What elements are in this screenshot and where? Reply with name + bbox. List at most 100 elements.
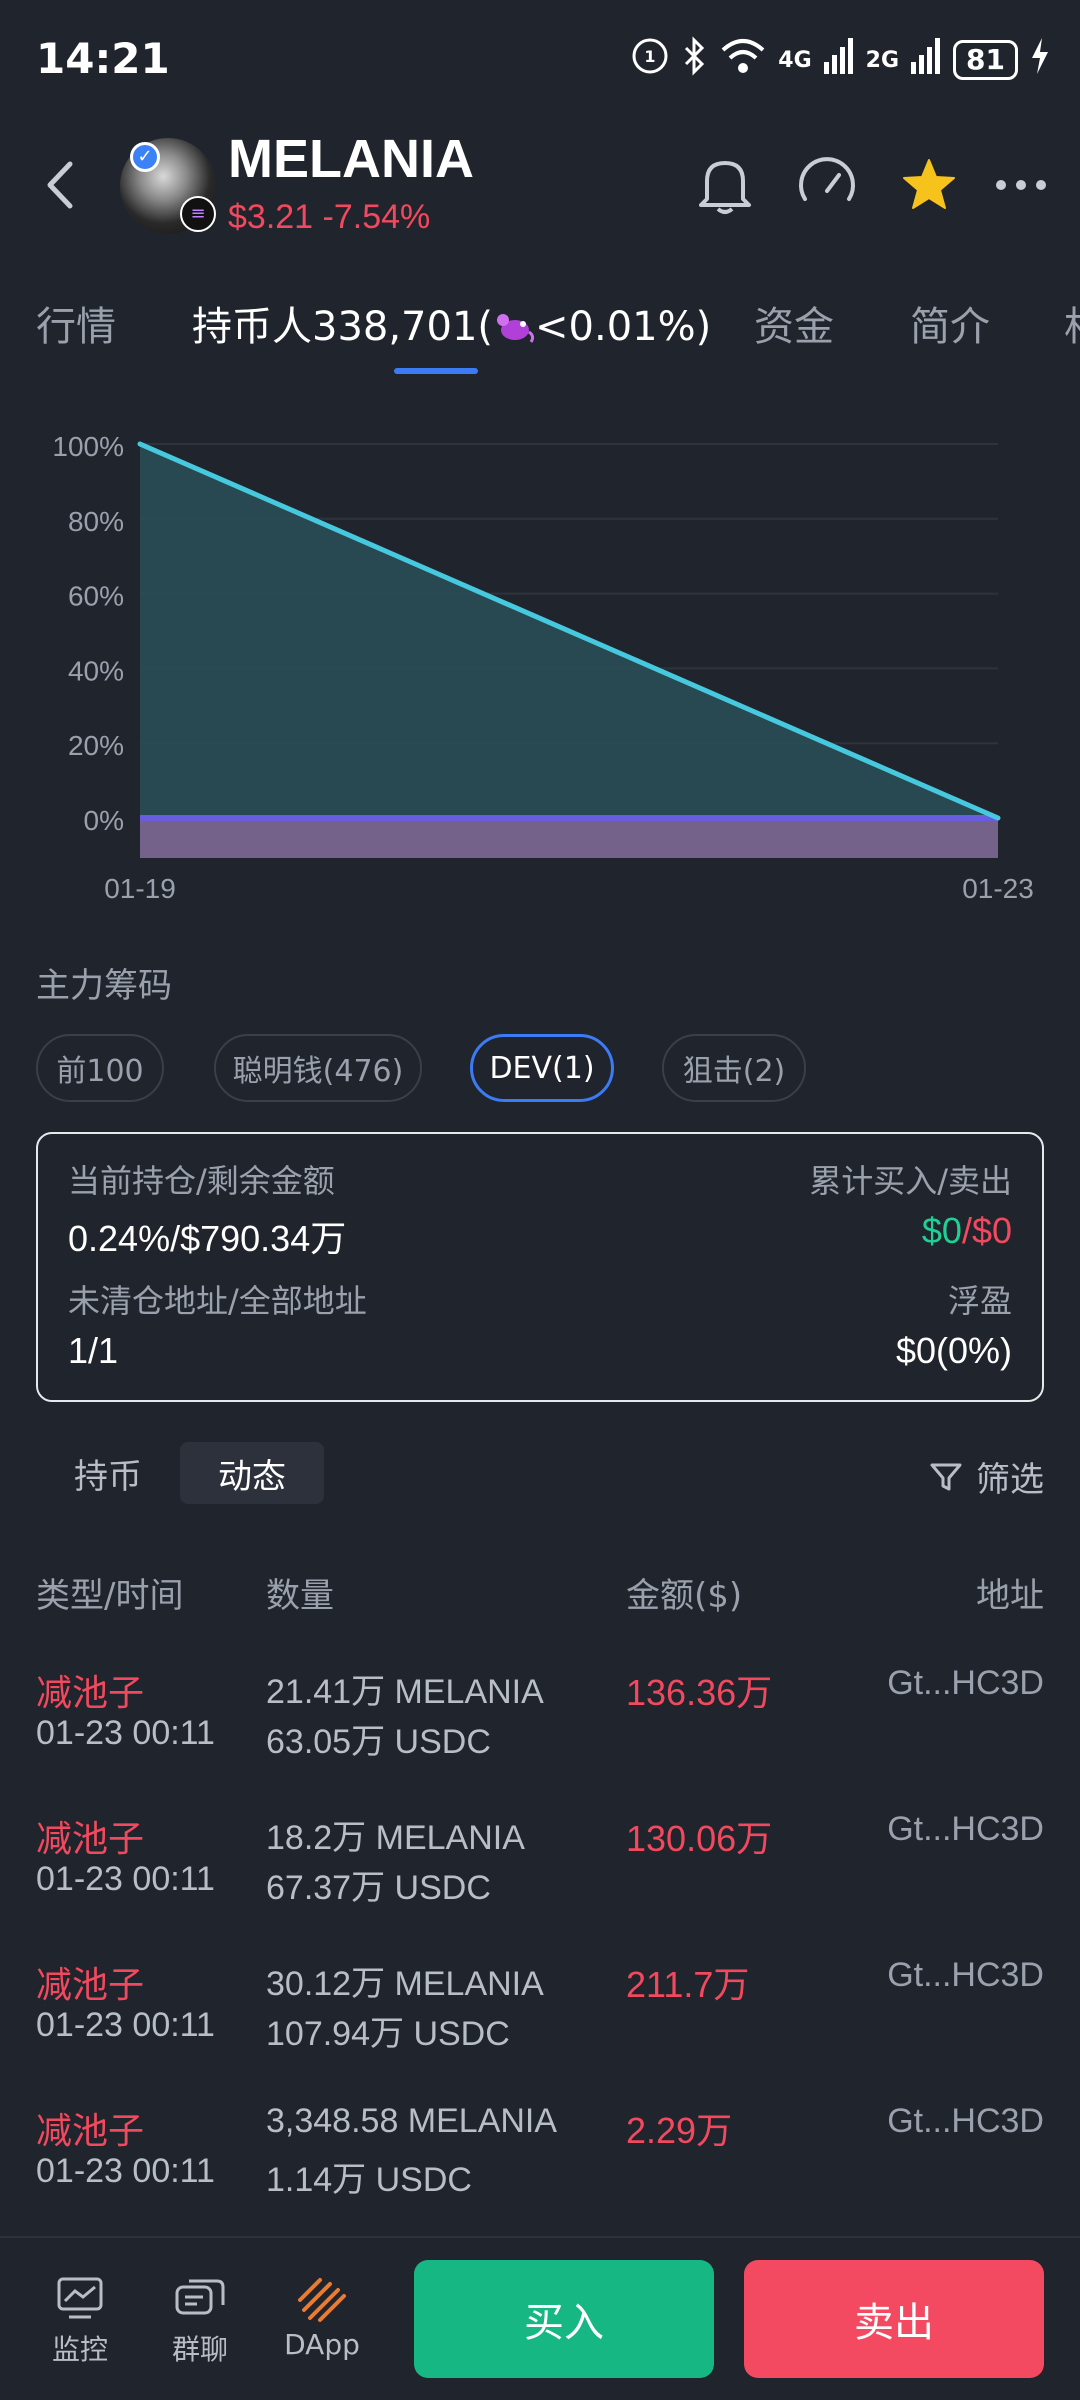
tab-holders[interactable]: 持币人338,701( <0.01%) — [192, 294, 711, 352]
charging-icon — [1030, 38, 1050, 82]
token-price-change: $3.21 -7.54% — [228, 198, 430, 237]
chip-smart-money[interactable]: 聪明钱(476) — [214, 1034, 422, 1102]
battery-level: 81 — [953, 40, 1018, 80]
table-row[interactable]: 减池子 01-23 00:11 21.41万 MELANIA 63.05万 US… — [0, 1664, 1080, 1810]
row-address[interactable]: Gt...HC3D — [887, 1810, 1044, 1849]
filter-icon — [930, 1463, 962, 1490]
row-time: 01-23 00:11 — [36, 2152, 215, 2190]
monitor-icon — [30, 2268, 130, 2328]
bought-sold-separator: / — [961, 1210, 972, 1251]
row-quantity-usdc: 1.14万 USDC — [266, 2161, 472, 2199]
bell-icon — [699, 161, 751, 214]
row-quantity-usdc: 107.94万 USDC — [266, 2015, 510, 2053]
back-button[interactable] — [36, 150, 86, 220]
tab-holders-label: 持币人338,701( — [192, 304, 494, 350]
x-tick-label: 01-19 — [104, 873, 176, 904]
row-address[interactable]: Gt...HC3D — [887, 1664, 1044, 1703]
status-time: 14:21 — [36, 34, 170, 83]
row-quantity-token: 3,348.58 MELANIA — [266, 2102, 558, 2140]
bought-sold-value: $0/$0 — [922, 1210, 1012, 1252]
filter-label: 筛选 — [976, 1460, 1044, 1500]
bluetooth-icon — [682, 36, 708, 84]
speedometer-icon — [799, 157, 855, 201]
chip-top100[interactable]: 前100 — [36, 1034, 164, 1102]
dapp-icon — [272, 2268, 372, 2328]
col-amount: 金额($) — [626, 1576, 743, 1616]
subtab-activity[interactable]: 动态 — [180, 1442, 324, 1504]
more-dots-icon — [996, 180, 1046, 190]
status-icons: 1 4G 2G 81 — [630, 36, 1050, 84]
tab-more[interactable]: 相 — [1064, 294, 1080, 352]
filter-button[interactable]: 筛选 — [928, 1452, 1044, 1501]
network-4g-label: 4G — [778, 47, 812, 73]
bottom-action-bar: 监控 群聊 DApp 买入 卖出 — [0, 2236, 1080, 2400]
row-time: 01-23 00:11 — [36, 1714, 215, 1752]
row-quantity-token: 21.41万 MELANIA — [266, 1673, 544, 1711]
row-address[interactable]: Gt...HC3D — [887, 2102, 1044, 2141]
svg-text:1: 1 — [645, 47, 656, 66]
pnl-label: 浮盈 — [947, 1282, 1012, 1320]
chip-dev[interactable]: DEV(1) — [470, 1034, 614, 1102]
chevron-left-icon — [47, 161, 73, 209]
y-tick-label: 40% — [68, 655, 124, 686]
x-tick-label: 01-23 — [962, 873, 1034, 904]
tab-intro[interactable]: 简介 — [910, 294, 990, 352]
table-row[interactable]: 减池子 01-23 00:11 18.2万 MELANIA 67.37万 USD… — [0, 1810, 1080, 1956]
chart-svg: 100% 80% 60% 40% 20% 0% 01-19 01-23 — [52, 431, 1034, 904]
favorite-button[interactable] — [894, 150, 964, 220]
signal-4g-icon — [823, 38, 854, 82]
row-amount: 2.29万 — [626, 2110, 733, 2151]
speed-button[interactable] — [792, 150, 862, 220]
nav-monitor[interactable]: 监控 — [30, 2268, 130, 2368]
status-bar: 14:21 1 4G 2G 81 — [0, 0, 1080, 120]
star-icon — [903, 159, 955, 209]
nav-dapp[interactable]: DApp — [272, 2268, 372, 2361]
buy-button[interactable]: 买入 — [414, 2260, 714, 2378]
tab-bar: 行情 持币人338,701( <0.01%) 资金 简介 相 — [0, 280, 1080, 380]
holder-ratio-chart: 100% 80% 60% 40% 20% 0% 01-19 01-23 — [0, 410, 1080, 930]
table-row[interactable]: 减池子 01-23 00:11 30.12万 MELANIA 107.94万 U… — [0, 1956, 1080, 2102]
tab-holders-suffix: <0.01%) — [535, 304, 712, 350]
pnl-value: $0(0%) — [895, 1330, 1012, 1371]
network-2g-label: 2G — [865, 47, 900, 73]
token-name: MELANIA — [228, 129, 474, 189]
row-type: 减池子 — [36, 1673, 145, 1714]
nav-monitor-label: 监控 — [51, 2333, 108, 2366]
table-row[interactable]: 减池子 01-23 00:11 3,348.58 MELANIA 1.14万 U… — [0, 2102, 1080, 2248]
row-quantity-usdc: 63.05万 USDC — [266, 1723, 491, 1761]
chip-sniper[interactable]: 狙击(2) — [662, 1034, 806, 1102]
row-amount: 211.7万 — [626, 1964, 750, 2005]
nav-chat[interactable]: 群聊 — [150, 2268, 250, 2368]
y-tick-label: 20% — [68, 730, 124, 761]
token-price: $3.21 — [228, 198, 314, 236]
tab-funds[interactable]: 资金 — [754, 294, 834, 352]
holding-value: 0.24%/$790.34万 — [68, 1218, 347, 1259]
active-tab-indicator — [394, 368, 478, 374]
subtab-holding[interactable]: 持币 — [48, 1442, 168, 1504]
solana-chain-icon: ≡ — [180, 196, 216, 232]
nav-chat-label: 群聊 — [171, 2333, 228, 2366]
bought-value: $0 — [921, 1210, 962, 1251]
sell-button[interactable]: 卖出 — [744, 2260, 1044, 2378]
nav-dapp-label: DApp — [284, 2328, 360, 2361]
row-address[interactable]: Gt...HC3D — [887, 1956, 1044, 1995]
more-button[interactable] — [986, 150, 1056, 220]
hd-call-icon: 1 — [630, 36, 670, 84]
y-tick-label: 100% — [52, 431, 124, 462]
col-type-time: 类型/时间 — [36, 1576, 184, 1616]
row-quantity-token: 30.12万 MELANIA — [266, 1965, 544, 2003]
row-amount: 136.36万 — [626, 1672, 773, 1713]
addresses-value: 1/1 — [68, 1330, 119, 1371]
addresses-label: 未清仓地址/全部地址 — [68, 1282, 367, 1320]
row-time: 01-23 00:11 — [36, 2006, 215, 2044]
tab-market[interactable]: 行情 — [36, 294, 116, 352]
row-quantity-usdc: 67.37万 USDC — [266, 1869, 491, 1907]
y-tick-label: 0% — [84, 805, 124, 836]
summary-card: 当前持仓/剩余金额 0.24%/$790.34万 累计买入/卖出 $0/$0 未… — [36, 1132, 1044, 1402]
y-tick-label: 80% — [68, 506, 124, 537]
rat-icon — [493, 306, 535, 346]
y-tick-label: 60% — [68, 581, 124, 612]
wifi-icon — [720, 36, 766, 84]
alert-button[interactable] — [690, 150, 760, 220]
row-time: 01-23 00:11 — [36, 1860, 215, 1898]
